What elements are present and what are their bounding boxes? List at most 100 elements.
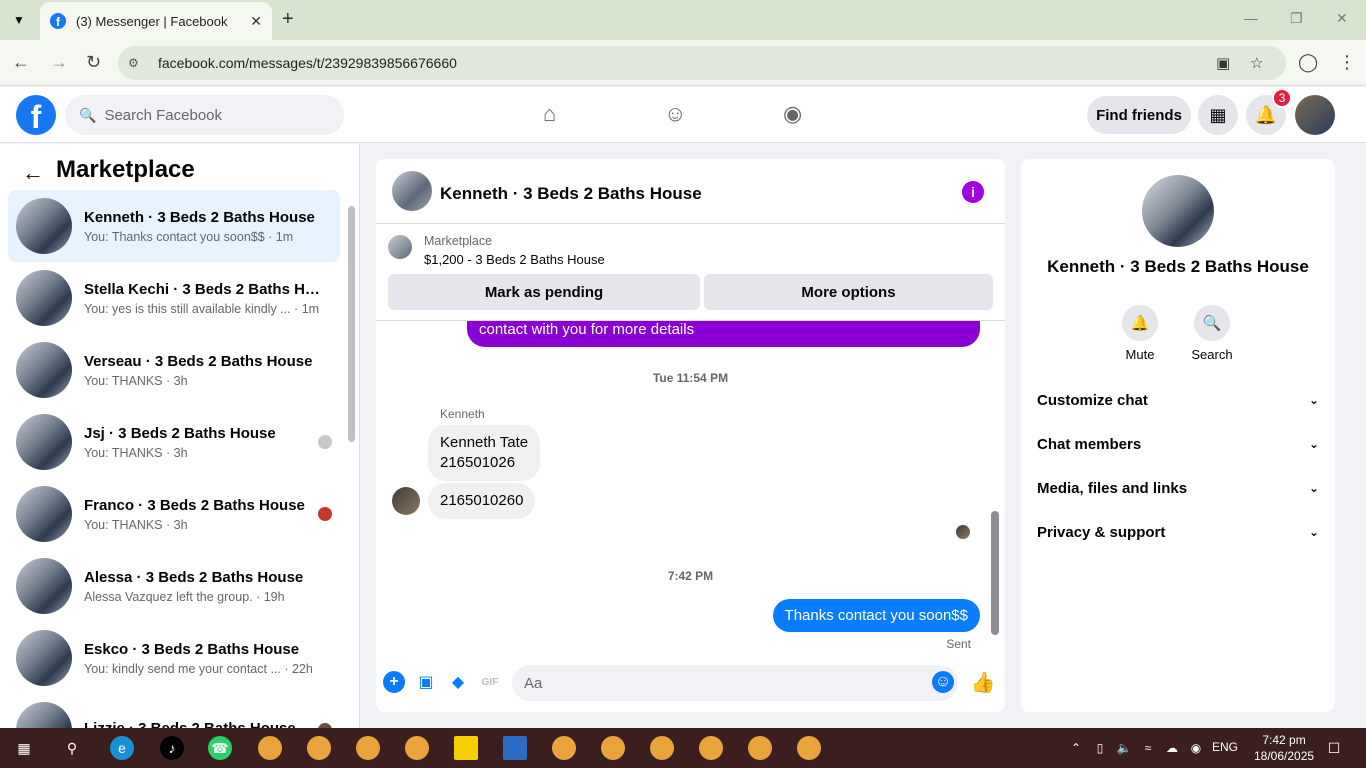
site-info-icon[interactable]: ⚙	[128, 56, 148, 70]
search-in-chat-button[interactable]: 🔍 Search	[1182, 305, 1242, 362]
groups-icon[interactable]: ◉	[783, 101, 802, 127]
conversation-item[interactable]: Stella Kechi · 3 Beds 2 Baths Ho... You: …	[8, 262, 340, 334]
wifi-icon[interactable]: ≈	[1136, 736, 1160, 760]
tab-search-dropdown[interactable]: ▼	[6, 8, 32, 32]
mute-button[interactable]: 🔔 Mute	[1110, 305, 1170, 362]
restore-icon[interactable]: ❐	[1290, 10, 1303, 27]
browser-menu-icon[interactable]: ⋮	[1338, 52, 1356, 73]
page-scrollbar[interactable]	[1354, 90, 1366, 728]
chrome-icon[interactable]	[552, 736, 576, 760]
find-friends-button[interactable]: Find friends	[1087, 96, 1191, 134]
install-app-icon[interactable]: ▣	[1216, 54, 1230, 72]
media-files-links-section[interactable]: Media, files and links ⌄	[1037, 466, 1319, 510]
clock-time: 7:42 pm	[1262, 733, 1306, 747]
update-icon[interactable]: ◉	[1184, 736, 1208, 760]
search-placeholder: Search Facebook	[104, 106, 223, 124]
url-omnibox[interactable]: ⚙ facebook.com/messages/t/23929839856676…	[118, 46, 1286, 80]
incoming-message[interactable]: 2165010260	[428, 483, 536, 519]
friends-icon[interactable]: ☺	[664, 101, 686, 127]
forward-icon[interactable]: →	[50, 52, 68, 73]
conversation-item[interactable]: Jsj · 3 Beds 2 Baths House You: THANKS · …	[8, 406, 340, 478]
more-options-button[interactable]: More options	[704, 274, 993, 310]
more-actions-plus-icon[interactable]: +	[383, 671, 405, 693]
attach-photo-icon[interactable]: ▣	[415, 671, 437, 693]
conversation-preview: You: Thanks contact you soon$$ · 1m	[84, 229, 294, 244]
conversation-item[interactable]: Alessa · 3 Beds 2 Baths House Alessa Vazq…	[8, 550, 340, 622]
chrome-icon[interactable]	[405, 736, 429, 760]
gif-icon[interactable]: GIF	[479, 671, 501, 693]
conversation-item[interactable]: Verseau · 3 Beds 2 Baths House You: THANK…	[8, 334, 340, 406]
minimize-icon[interactable]: —	[1244, 10, 1258, 26]
chrome-icon[interactable]	[797, 736, 821, 760]
privacy-support-section[interactable]: Privacy & support ⌄	[1037, 510, 1319, 554]
chrome-icon[interactable]	[699, 736, 723, 760]
conversation-item[interactable]: Franco · 3 Beds 2 Baths House You: THANKS…	[8, 478, 340, 550]
home-icon[interactable]: ⌂	[543, 101, 556, 127]
sent-status: Sent	[946, 637, 971, 651]
reload-icon[interactable]: ↻	[86, 52, 101, 73]
account-avatar[interactable]	[1295, 95, 1335, 135]
chrome-icon[interactable]	[307, 736, 331, 760]
listing-thumbnail	[16, 198, 72, 254]
inbox-scrollbar[interactable]	[346, 196, 356, 724]
edge-browser-icon[interactable]: e	[110, 736, 134, 760]
message-thread: contact with you for more details Tue 11…	[376, 321, 1005, 651]
battery-icon[interactable]: ▯	[1088, 736, 1112, 760]
thread-scrollbar[interactable]	[990, 321, 1000, 651]
conversation-item[interactable]: Eskco · 3 Beds 2 Baths House You: kindly …	[8, 622, 340, 694]
tiktok-icon[interactable]: ♪	[160, 736, 184, 760]
whatsapp-icon[interactable]: ☎	[208, 736, 232, 760]
cloud-icon[interactable]: ☁	[1160, 736, 1184, 760]
info-icon[interactable]: i	[962, 181, 984, 203]
language-indicator[interactable]: ENG	[1212, 740, 1238, 754]
chat-members-section[interactable]: Chat members ⌄	[1037, 422, 1319, 466]
close-window-icon[interactable]: ✕	[1336, 10, 1348, 27]
chat-pane: Kenneth · 3 Beds 2 Baths House i Marketp…	[376, 159, 1005, 712]
app-icon[interactable]	[503, 736, 527, 760]
browser-tab-messenger[interactable]: f (3) Messenger | Facebook ✕	[40, 2, 272, 40]
sender-avatar[interactable]	[392, 487, 420, 515]
system-clock[interactable]: 7:42 pm 18/06/2025	[1254, 732, 1314, 764]
listing-thumbnail[interactable]	[388, 235, 412, 259]
tab-close-icon[interactable]: ✕	[250, 13, 262, 30]
sticker-icon[interactable]: ◆	[447, 671, 469, 693]
outgoing-message[interactable]: Thanks contact you soon$$	[772, 599, 980, 632]
taskbar-search-icon[interactable]: ⚲	[60, 736, 84, 760]
start-windows-icon[interactable]: ▦	[12, 736, 36, 760]
menu-grid-icon[interactable]: ▦	[1198, 95, 1238, 135]
listing-thumbnail	[16, 270, 72, 326]
back-arrow-icon[interactable]: ←	[22, 160, 44, 186]
facebook-logo-icon[interactable]: f	[16, 95, 56, 135]
chat-title[interactable]: Kenneth · 3 Beds 2 Baths House	[440, 184, 702, 204]
url-text: facebook.com/messages/t/2392983985667666…	[158, 55, 457, 71]
conversation-item[interactable]: Kenneth · 3 Beds 2 Baths House You: Thank…	[8, 190, 340, 262]
emoji-icon[interactable]: ☺	[932, 671, 954, 693]
notification-center-icon[interactable]: ☐	[1322, 736, 1346, 760]
outgoing-message[interactable]: contact with you for more details	[467, 321, 980, 347]
sticky-notes-icon[interactable]	[454, 736, 478, 760]
message-input[interactable]: Aa	[512, 665, 958, 701]
tray-chevron-up-icon[interactable]: ⌃	[1064, 736, 1088, 760]
conversation-info-panel: Kenneth · 3 Beds 2 Baths House 🔔 Mute 🔍 …	[1021, 159, 1335, 712]
listing-price-title[interactable]: $1,200 - 3 Beds 2 Baths House	[424, 252, 605, 267]
facebook-search-input[interactable]: 🔍 Search Facebook	[65, 95, 344, 135]
incoming-message[interactable]: Kenneth Tate 216501026	[428, 425, 541, 481]
search-icon: 🔍	[79, 106, 97, 123]
new-tab-button[interactable]: +	[282, 8, 294, 31]
conversation-name: Lizzie · 3 Beds 2 Baths House	[84, 719, 296, 729]
mark-as-pending-button[interactable]: Mark as pending	[388, 274, 700, 310]
customize-chat-section[interactable]: Customize chat ⌄	[1037, 378, 1319, 422]
chrome-icon[interactable]	[258, 736, 282, 760]
profile-icon[interactable]: ◯	[1298, 52, 1318, 73]
conversation-item[interactable]: Lizzie · 3 Beds 2 Baths House	[8, 694, 340, 728]
chrome-icon[interactable]	[748, 736, 772, 760]
chrome-icon[interactable]	[650, 736, 674, 760]
contact-avatar[interactable]	[1142, 175, 1214, 247]
back-icon[interactable]: ←	[12, 52, 30, 73]
chrome-icon[interactable]	[356, 736, 380, 760]
volume-icon[interactable]: 🔈	[1112, 736, 1136, 760]
chrome-icon[interactable]	[601, 736, 625, 760]
like-thumb-icon[interactable]: 👍	[971, 671, 996, 694]
chat-avatar[interactable]	[392, 171, 432, 211]
bookmark-star-icon[interactable]: ☆	[1250, 54, 1263, 72]
